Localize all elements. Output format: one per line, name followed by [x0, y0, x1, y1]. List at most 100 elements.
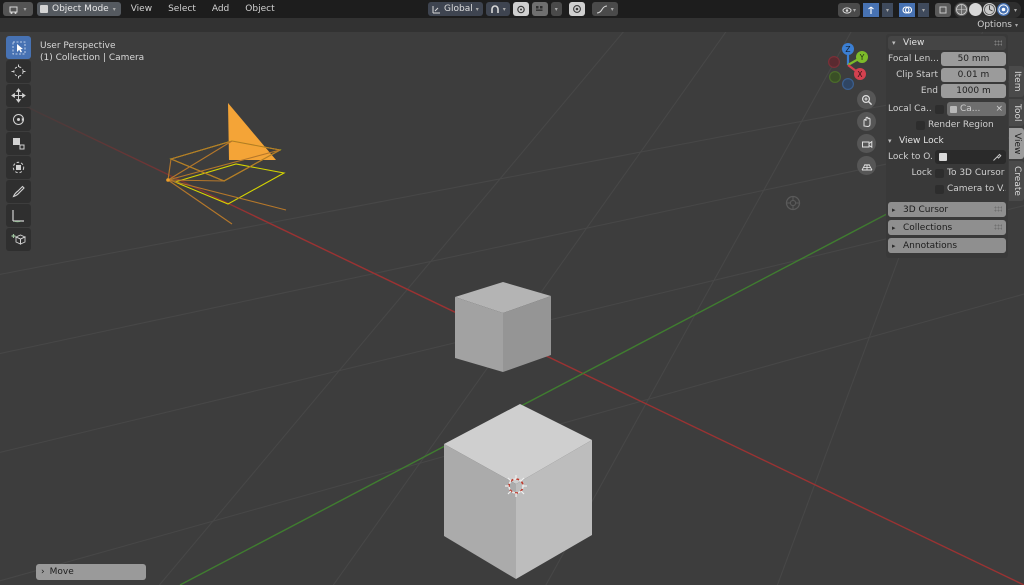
scale-tool[interactable] [6, 132, 31, 155]
navigation-gizmo[interactable]: Z Y X [817, 34, 879, 96]
add-cube-tool[interactable] [6, 228, 31, 251]
tab-item[interactable]: Item [1009, 66, 1024, 97]
clip-start-field[interactable]: 0.01 m [941, 68, 1006, 82]
proportional-edit-toggle[interactable] [512, 2, 529, 16]
lock-to-3d-cursor-checkbox[interactable] [935, 168, 944, 178]
material-preview-shading-button[interactable] [983, 3, 996, 16]
focal-length-label: Focal Len... [888, 54, 938, 64]
clip-end-row: End 1000 m [888, 84, 1006, 98]
chevron-down-icon: ▾ [610, 5, 614, 13]
menu-object[interactable]: Object [239, 0, 280, 18]
gizmo-axis-y-negative [829, 70, 842, 83]
proportional-falloff-caret[interactable]: ▾ [550, 2, 562, 16]
local-camera-checkbox[interactable] [935, 104, 944, 114]
camera-frame-near [173, 163, 286, 205]
interaction-mode-dropdown[interactable]: Object Mode ▾ [37, 2, 121, 16]
3d-cursor-panel-header[interactable]: ▸ 3D Cursor [888, 202, 1006, 217]
transform-orientation-label: Global [444, 4, 473, 14]
viewport-display-controls: ▾ ▾ ▾ ▾ [838, 2, 1021, 18]
3d-viewport[interactable]: User Perspective (1) Collection | Camera [0, 32, 1024, 585]
rendered-shading-button[interactable] [997, 3, 1010, 16]
viewport-info-text: User Perspective (1) Collection | Camera [40, 40, 144, 64]
lock-camera-to-view-row: Camera to V... [888, 182, 1006, 196]
tweak-select-box-tool[interactable] [6, 36, 31, 59]
solid-shading-button[interactable] [969, 3, 982, 16]
local-camera-value: Ca... [960, 104, 981, 114]
view-lock-panel-header[interactable]: ▾ View Lock [888, 134, 1006, 148]
pencil-icon [12, 185, 25, 198]
gizmo-axis-z-negative [842, 77, 855, 90]
curve-falloff-dropdown[interactable]: ▾ [591, 2, 618, 16]
annotate-tool[interactable] [6, 180, 31, 203]
tab-create[interactable]: Create [1009, 161, 1024, 202]
ruler-icon [12, 210, 24, 223]
tab-view[interactable]: View [1009, 127, 1024, 160]
collections-panel-header[interactable]: ▸ Collections [888, 220, 1006, 235]
proportional-falloff-dropdown[interactable] [531, 2, 548, 16]
chevron-right-icon: ▸ [892, 241, 896, 250]
move-tool[interactable] [6, 84, 31, 107]
menu-select[interactable]: Select [162, 0, 202, 18]
toggle-perspective-button[interactable] [857, 156, 876, 175]
lock-camera-to-view-checkbox[interactable] [935, 184, 944, 194]
lock-camera-to-view-label: Camera to V... [947, 184, 1006, 194]
falloff-icon [536, 6, 543, 11]
chevron-down-icon: ▾ [892, 39, 896, 47]
move-arrows-icon [11, 88, 26, 103]
viewport-toolbar [6, 36, 31, 251]
shading-mode-group: ▾ [954, 2, 1021, 18]
shading-dropdown[interactable]: ▾ [1011, 3, 1020, 17]
annotations-panel-header[interactable]: ▸ Annotations [888, 238, 1006, 253]
view-panel-header[interactable]: ▾ View [888, 36, 1006, 50]
orientation-icon [432, 5, 440, 13]
editor-type-button[interactable]: ▾ [3, 2, 33, 16]
local-camera-field[interactable]: Ca... × [947, 102, 1006, 116]
operator-redo-panel[interactable]: › Move [36, 564, 146, 580]
pan-view-button[interactable] [857, 112, 876, 131]
focal-length-field[interactable]: 50 mm [941, 52, 1006, 66]
xray-toggle[interactable] [935, 3, 951, 17]
options-dropdown[interactable]: Options ▾ [977, 19, 1018, 31]
lock-to-object-field[interactable] [935, 150, 1006, 164]
object-visibility-dropdown[interactable]: ▾ [838, 3, 860, 17]
cursor-tool[interactable] [6, 60, 31, 83]
transform-tool[interactable] [6, 156, 31, 179]
gizmo-toggle[interactable] [863, 3, 879, 17]
snap-target-icon [572, 5, 581, 13]
lock-to-object-label: Lock to O... [888, 152, 932, 162]
camera-view-button[interactable] [857, 134, 876, 153]
overlays-dropdown[interactable]: ▾ [918, 3, 929, 17]
clip-start-row: Clip Start 0.01 m [888, 68, 1006, 82]
svg-text:X: X [857, 70, 862, 79]
chevron-down-icon: ▾ [475, 5, 479, 13]
tab-tool[interactable]: Tool [1009, 98, 1024, 126]
snap-toggle[interactable]: ▾ [485, 2, 510, 16]
gizmo-dropdown[interactable]: ▾ [882, 3, 893, 17]
eyedropper-icon[interactable] [992, 152, 1002, 162]
panel-grip-icon [994, 206, 1002, 212]
render-region-checkbox[interactable] [916, 120, 925, 130]
svg-text:Z: Z [845, 45, 850, 54]
local-camera-label: Local Ca... [888, 104, 932, 114]
lock-label: Lock [911, 168, 932, 178]
chevron-right-icon: ▸ [892, 223, 896, 232]
transform-controls: Global ▾ ▾ ▾ ▾ [428, 2, 618, 16]
menu-add[interactable]: Add [206, 0, 235, 18]
material-preview-icon [984, 4, 995, 15]
panel-grip-icon [994, 224, 1002, 230]
transform-orientation-dropdown[interactable]: Global ▾ [428, 2, 483, 16]
overlays-toggle[interactable] [899, 3, 915, 17]
rotate-tool[interactable] [6, 108, 31, 131]
measure-tool[interactable] [6, 204, 31, 227]
zoom-view-button[interactable] [857, 90, 876, 109]
hand-icon [863, 116, 870, 127]
wireframe-shading-button[interactable] [955, 3, 968, 16]
xray-icon [939, 6, 947, 14]
menu-view[interactable]: View [125, 0, 158, 18]
clear-icon[interactable]: × [995, 104, 1003, 114]
3d-cursor-panel-title: 3D Cursor [903, 204, 949, 215]
clip-end-field[interactable]: 1000 m [941, 84, 1006, 98]
focal-length-row: Focal Len... 50 mm [888, 52, 1006, 66]
panel-grip-icon [994, 40, 1002, 46]
snap-target-toggle[interactable] [568, 2, 585, 16]
